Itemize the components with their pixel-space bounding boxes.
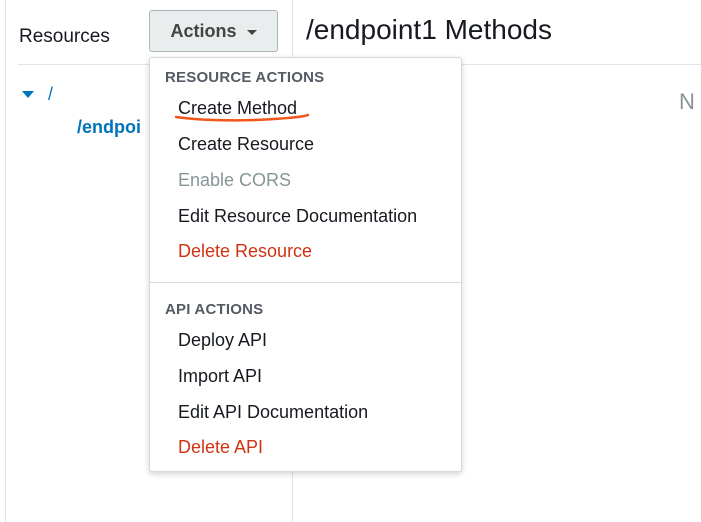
actions-dropdown-button[interactable]: Actions [149, 10, 278, 52]
expand-triangle-icon[interactable] [22, 91, 34, 98]
page-title: /endpoint1 Methods [306, 14, 552, 45]
actions-label: Actions [170, 20, 237, 41]
menu-item-edit-resource-documentation[interactable]: Edit Resource Documentation [178, 206, 417, 227]
menu-item-enable-cors: Enable CORS [178, 170, 292, 190]
resources-heading: Resources [19, 26, 110, 47]
truncated-hint-text: N [679, 89, 695, 114]
menu-item-create-resource[interactable]: Create Resource [178, 134, 314, 155]
menu-item-delete-api[interactable]: Delete API [178, 437, 263, 458]
api-actions-heading: API ACTIONS [165, 301, 264, 318]
caret-down-icon [246, 29, 257, 35]
resource-actions-heading: RESOURCE ACTIONS [165, 69, 325, 86]
left-border [5, 0, 6, 522]
menu-separator [150, 282, 461, 283]
menu-item-delete-resource[interactable]: Delete Resource [178, 241, 312, 262]
menu-item-deploy-api[interactable]: Deploy API [178, 330, 267, 351]
menu-item-edit-api-documentation[interactable]: Edit API Documentation [178, 402, 368, 423]
tree-root-node[interactable]: / [22, 84, 53, 105]
tree-root-label: / [48, 84, 54, 104]
menu-item-import-api[interactable]: Import API [178, 366, 262, 387]
api-gateway-resources-page: Resources Actions /endpoint1 Methods / /… [0, 0, 701, 522]
tree-child-endpoint1[interactable]: /endpoi [77, 117, 141, 138]
annotation-underline [174, 113, 310, 122]
